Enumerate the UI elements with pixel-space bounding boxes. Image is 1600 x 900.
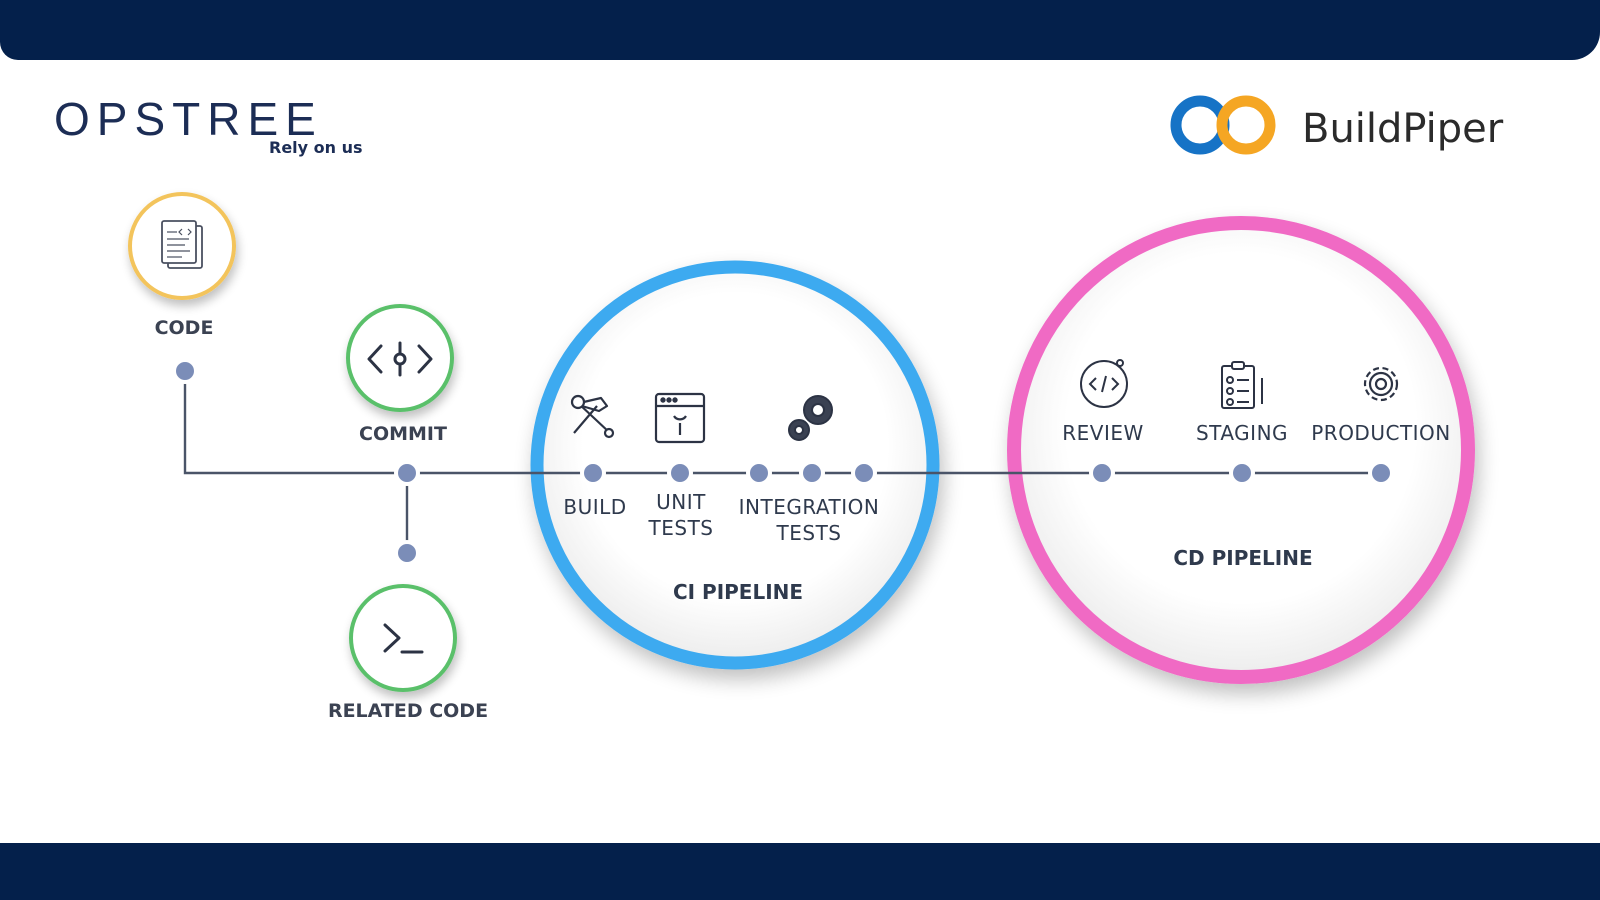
- commit-node: [394, 460, 420, 486]
- related-code-label: RELATED CODE: [327, 700, 489, 722]
- unit-tests-label-line1: UNIT: [656, 490, 706, 514]
- unit-tests-label: UNIT TESTS: [649, 489, 714, 541]
- cd-pipeline-title: CD PIPELINE: [1173, 546, 1313, 570]
- integration-node-2: [799, 460, 825, 486]
- related-code-node: [394, 540, 420, 566]
- integration-node-1: [746, 460, 772, 486]
- ci-pipeline-title: CI PIPELINE: [672, 580, 804, 604]
- code-node: [172, 358, 198, 384]
- staging-node: [1229, 460, 1255, 486]
- staging-label: STAGING: [1195, 421, 1289, 445]
- cd-pipeline-circle: [1007, 216, 1475, 684]
- related-code-circle: [349, 584, 457, 692]
- build-node: [580, 460, 606, 486]
- code-file-icon: [161, 220, 203, 269]
- integration-tests-label-line1: INTEGRATION: [738, 495, 880, 519]
- integration-tests-label-line2: TESTS: [776, 521, 842, 545]
- commit-label: COMMIT: [359, 423, 447, 445]
- unit-tests-label-line2: TESTS: [648, 516, 714, 540]
- build-label: BUILD: [563, 495, 627, 519]
- code-label: CODE: [154, 317, 214, 339]
- integration-tests-label: INTEGRATION TESTS: [739, 494, 880, 546]
- review-label: REVIEW: [1062, 421, 1144, 445]
- integration-node-3: [851, 460, 877, 486]
- production-node: [1368, 460, 1394, 486]
- browser-wrench-icon: [654, 392, 706, 444]
- pipeline-diagram: [128, 192, 1475, 692]
- unit-tests-node: [667, 460, 693, 486]
- production-label: PRODUCTION: [1311, 421, 1451, 445]
- review-node: [1089, 460, 1115, 486]
